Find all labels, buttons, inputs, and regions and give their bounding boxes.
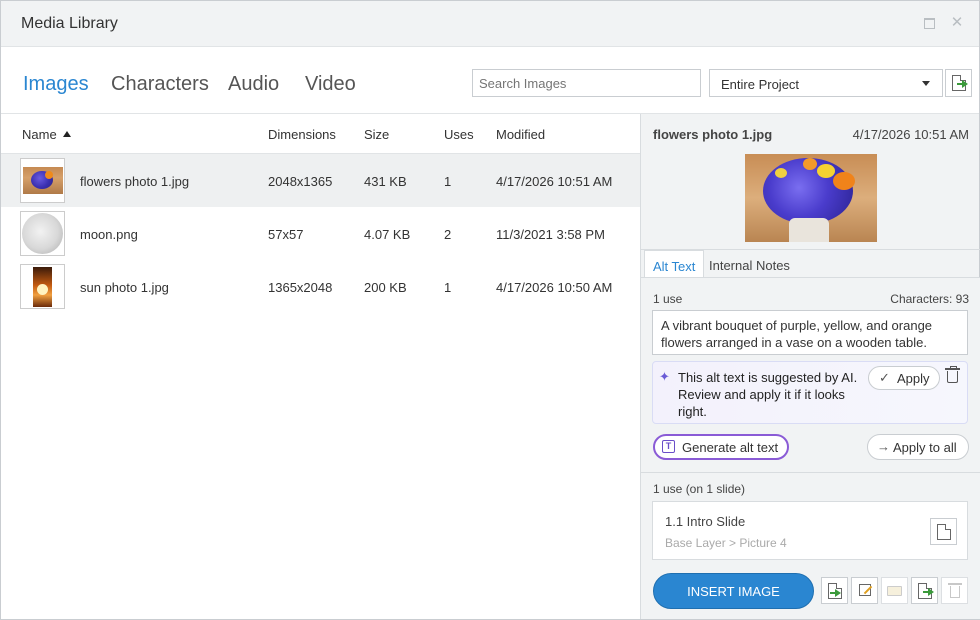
sparkle-icon: ✦ xyxy=(659,369,670,384)
find-in-slide-icon xyxy=(937,524,951,540)
image-preview xyxy=(745,154,877,242)
replace-arrow-icon xyxy=(830,589,841,597)
generate-label: Generate alt text xyxy=(682,440,779,455)
tab-audio[interactable]: Audio xyxy=(228,73,279,96)
scope-dropdown[interactable]: Entire Project xyxy=(709,69,943,97)
chevron-down-icon xyxy=(922,81,930,86)
maximize-icon[interactable] xyxy=(921,15,937,31)
tab-video[interactable]: Video xyxy=(305,73,356,96)
usage-section: 1 use (on 1 slide) 1.1 Intro Slide Base … xyxy=(641,472,980,619)
row-uses: 1 xyxy=(444,174,452,189)
details-date: 4/17/2026 10:51 AM xyxy=(852,127,969,142)
apply-label: Apply xyxy=(897,371,930,386)
details-tabs: Alt Text Internal Notes xyxy=(641,249,980,278)
pencil-icon xyxy=(859,584,871,596)
thumbnail-moon xyxy=(20,211,65,256)
sort-ascending-icon xyxy=(62,131,71,137)
row-size: 4.07 KB xyxy=(364,227,411,242)
thumbnail-sun xyxy=(20,264,65,309)
tab-characters[interactable]: Characters xyxy=(111,73,209,96)
discard-suggestion-button[interactable] xyxy=(945,366,960,384)
generate-alt-text-button[interactable]: T Generate alt text xyxy=(653,434,789,460)
row-name: moon.png xyxy=(80,227,138,242)
ai-suggestion-box: ✦ This alt text is suggested by AI. Revi… xyxy=(652,361,968,424)
export-arrow-icon xyxy=(923,588,934,596)
folder-icon xyxy=(887,586,902,596)
column-header-uses[interactable]: Uses xyxy=(444,127,474,142)
tab-internal-notes[interactable]: Internal Notes xyxy=(701,250,798,278)
thumbnail-flowers xyxy=(20,158,65,203)
tab-alt-text[interactable]: Alt Text xyxy=(644,250,705,278)
alt-text-section: 1 use Characters: 93 A vibrant bouquet o… xyxy=(641,277,980,472)
row-name: flowers photo 1.jpg xyxy=(80,174,190,189)
apply-to-all-label: Apply to all xyxy=(893,440,957,455)
list-header: Name Dimensions Size Uses Modified xyxy=(1,114,640,154)
arrow-right-icon: → xyxy=(877,439,890,454)
details-header: flowers photo 1.jpg 4/17/2026 10:51 AM xyxy=(641,114,980,154)
edit-button[interactable] xyxy=(851,577,878,604)
row-size: 200 KB xyxy=(364,280,407,295)
slide-path: Base Layer > Picture 4 xyxy=(665,536,787,550)
window-title: Media Library xyxy=(21,15,118,32)
scope-selected-value: Entire Project xyxy=(721,77,800,92)
table-row[interactable]: sun photo 1.jpg 1365x2048 200 KB 1 4/17/… xyxy=(1,260,640,313)
row-dimensions: 57x57 xyxy=(268,227,304,242)
alt-text-field[interactable]: A vibrant bouquet of purple, yellow, and… xyxy=(652,310,968,355)
details-panel: flowers photo 1.jpg 4/17/2026 10:51 AM A… xyxy=(640,114,980,619)
toolbar: Images Characters Audio Video Entire Pro… xyxy=(1,47,979,114)
go-to-slide-button[interactable] xyxy=(930,518,957,545)
slide-usage-card[interactable]: 1.1 Intro Slide Base Layer > Picture 4 xyxy=(652,501,968,560)
close-icon[interactable]: ✕ xyxy=(949,15,965,31)
trash-icon xyxy=(948,583,962,598)
row-uses: 1 xyxy=(444,280,452,295)
column-header-name[interactable]: Name xyxy=(22,127,71,142)
column-header-dimensions[interactable]: Dimensions xyxy=(268,127,336,142)
alt-uses-count: 1 use xyxy=(653,292,683,306)
row-uses: 2 xyxy=(444,227,452,242)
ai-suggestion-message: This alt text is suggested by AI. Review… xyxy=(678,370,858,419)
usage-title: 1 use (on 1 slide) xyxy=(653,482,746,496)
details-title: flowers photo 1.jpg xyxy=(653,127,773,142)
table-row[interactable]: moon.png 57x57 4.07 KB 2 11/3/2021 3:58 … xyxy=(1,207,640,260)
replace-button[interactable] xyxy=(821,577,848,604)
insert-image-button[interactable]: INSERT IMAGE xyxy=(653,573,814,609)
export-button[interactable] xyxy=(911,577,938,604)
media-library-window: Media Library ✕ Images Characters Audio … xyxy=(0,0,980,620)
open-folder-button[interactable] xyxy=(881,577,908,604)
import-button[interactable] xyxy=(945,69,972,97)
row-size: 431 KB xyxy=(364,174,407,189)
row-modified: 4/17/2026 10:50 AM xyxy=(496,280,613,295)
character-count: Characters: 93 xyxy=(890,292,969,306)
column-header-size[interactable]: Size xyxy=(364,127,389,142)
delete-button[interactable] xyxy=(941,577,968,604)
import-arrow-icon xyxy=(957,80,968,88)
row-dimensions: 2048x1365 xyxy=(268,174,333,189)
row-dimensions: 1365x2048 xyxy=(268,280,333,295)
media-list: Name Dimensions Size Uses Modified flowe… xyxy=(1,114,640,619)
title-bar: Media Library ✕ xyxy=(1,1,979,47)
table-row[interactable]: flowers photo 1.jpg 2048x1365 431 KB 1 4… xyxy=(1,154,640,207)
row-name: sun photo 1.jpg xyxy=(80,280,169,295)
apply-to-all-button[interactable]: → Apply to all xyxy=(867,434,969,460)
apply-button[interactable]: ✓ Apply xyxy=(868,366,940,390)
checkmark-icon: ✓ xyxy=(879,370,890,385)
row-modified: 11/3/2021 3:58 PM xyxy=(496,227,605,242)
tab-images[interactable]: Images xyxy=(23,73,89,96)
column-header-modified[interactable]: Modified xyxy=(496,127,545,142)
row-modified: 4/17/2026 10:51 AM xyxy=(496,174,613,189)
search-input[interactable] xyxy=(472,69,701,97)
trash-icon xyxy=(945,366,960,383)
slide-name: 1.1 Intro Slide xyxy=(665,514,746,529)
ai-text-icon: T xyxy=(662,440,675,453)
